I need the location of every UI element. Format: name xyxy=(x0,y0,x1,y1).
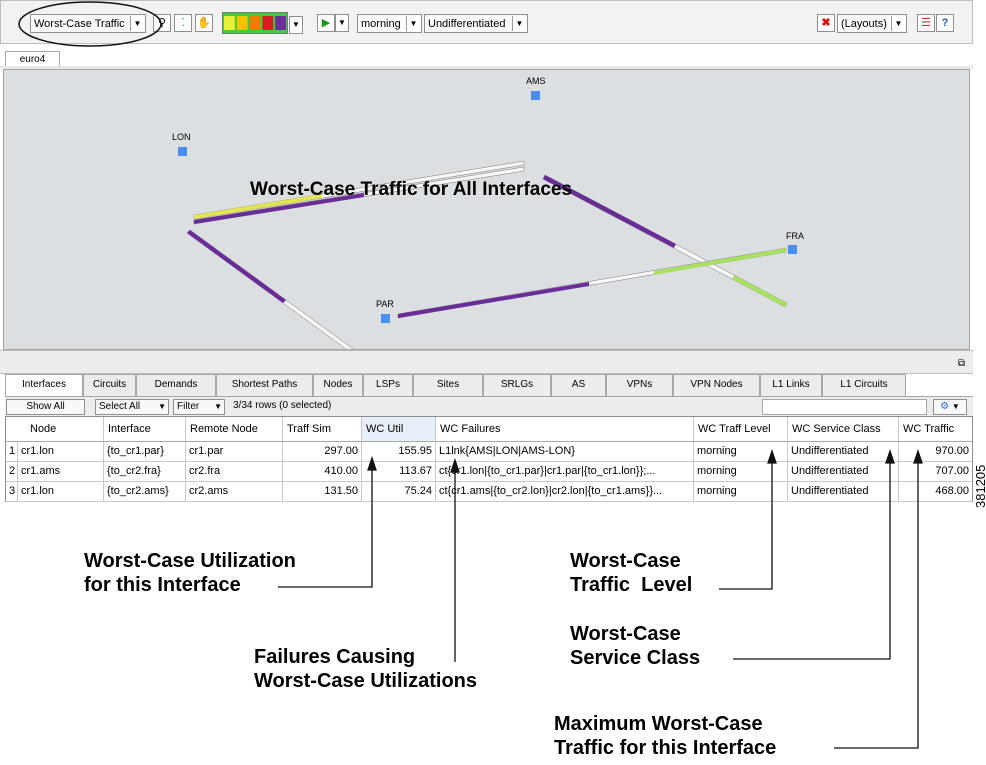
callout-line: Worst-Case Utilization xyxy=(84,550,296,572)
leader-arrow-wc-util xyxy=(367,455,377,471)
leader-wc-traffic xyxy=(834,456,919,749)
callout-wc-failures: Failures Causing Worst-Case Utilizations xyxy=(254,645,477,693)
callout-wc-service-class: Worst-Case Service Class xyxy=(570,622,700,670)
leader-arrow-wc-traffic xyxy=(913,448,923,464)
callout-wc-util: Worst-Case Utilization for this Interfac… xyxy=(84,549,296,597)
callout-line: Worst-Case xyxy=(570,550,681,572)
callout-line: Failures Causing xyxy=(254,646,416,668)
callout-line: Worst-Case xyxy=(570,623,681,645)
leader-wc-service-class xyxy=(733,456,891,660)
callout-line: Traffic for this Interface xyxy=(554,737,777,759)
callout-line: Traffic Level xyxy=(570,574,693,596)
leader-arrow-wc-failures xyxy=(450,457,460,473)
callout-line: Service Class xyxy=(570,647,701,669)
leader-wc-traff-level xyxy=(719,456,773,590)
callout-line: for this Interface xyxy=(84,574,241,596)
callout-line: Maximum Worst-Case xyxy=(554,713,763,735)
callout-leaders xyxy=(278,448,923,749)
leader-arrow-wc-traff-level xyxy=(767,448,777,464)
callout-wc-traffic: Maximum Worst-Case Traffic for this Inte… xyxy=(554,712,776,760)
callout-line: Worst-Case Utilizations xyxy=(254,670,477,692)
leader-arrow-wc-service-class xyxy=(885,448,895,464)
callout-wc-traff-level: Worst-Case Traffic Level xyxy=(570,549,692,597)
